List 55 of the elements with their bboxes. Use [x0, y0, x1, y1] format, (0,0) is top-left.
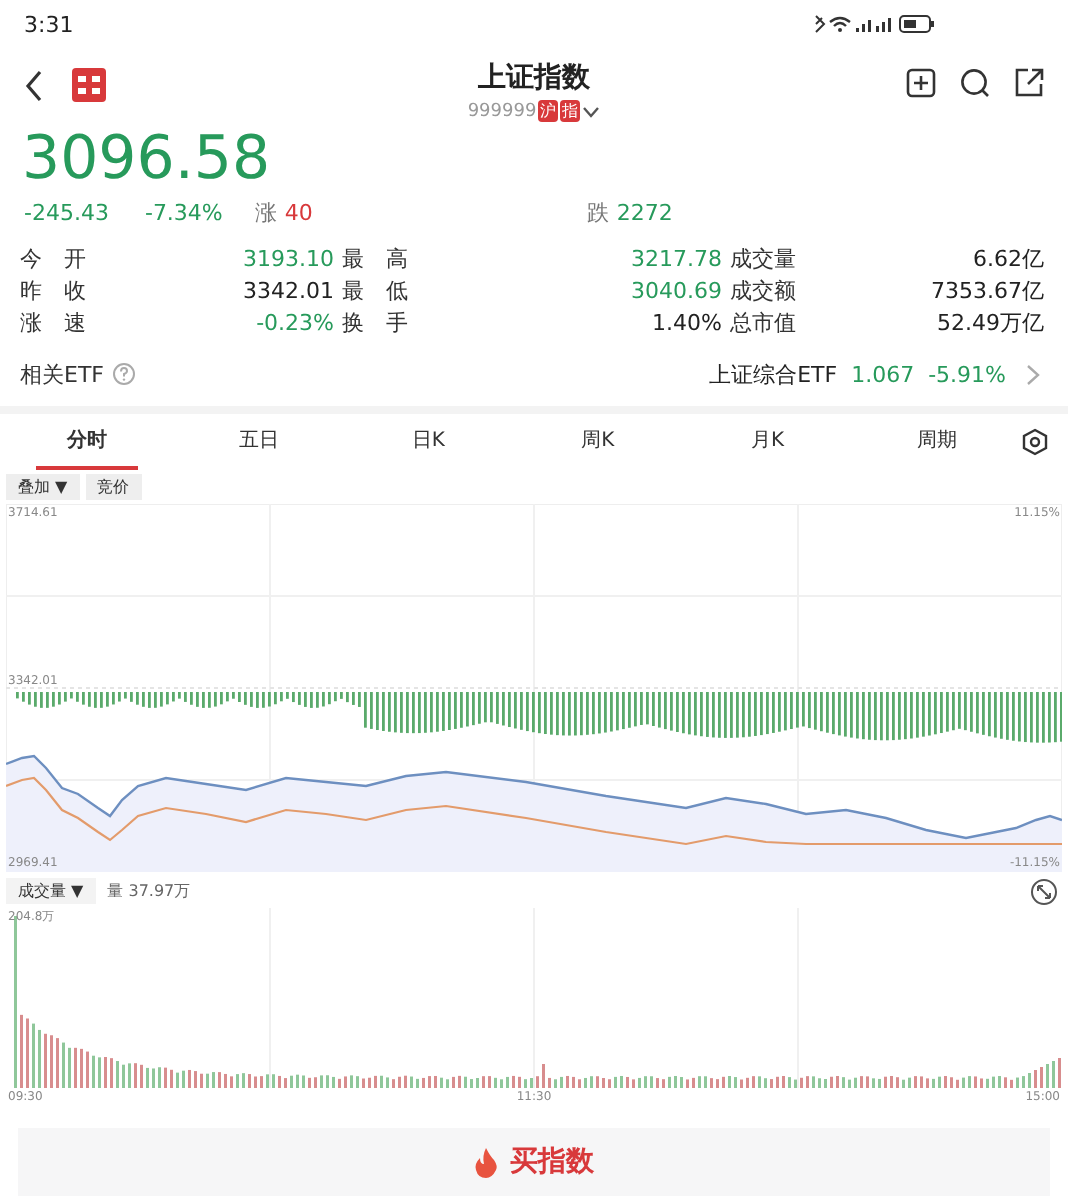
market-badge: 沪	[538, 100, 559, 122]
app-logo-icon	[72, 68, 106, 102]
search-icon[interactable]	[959, 68, 990, 98]
stat-label: 成交量	[730, 244, 798, 274]
stat-label: 换 手	[342, 308, 410, 338]
chart-tab[interactable]: 周期	[852, 414, 1023, 470]
stat-value: 3040.69	[629, 276, 724, 306]
back-icon[interactable]	[24, 69, 44, 101]
stat-value: 52.49万亿	[935, 308, 1046, 338]
decliners-count: 2272	[616, 199, 673, 225]
settings-icon[interactable]	[1022, 428, 1049, 456]
etf-name[interactable]: 上证综合ETF	[709, 359, 838, 389]
flame-icon	[474, 1147, 498, 1177]
chart-tab[interactable]: 五日	[173, 414, 344, 470]
percent-change: -7.34%	[144, 199, 223, 225]
stat-label: 最 高	[342, 244, 410, 274]
stat-value: 7353.67亿	[929, 276, 1046, 306]
buy-index-button[interactable]: 买指数	[18, 1128, 1050, 1196]
stat-label: 总市值	[730, 308, 798, 338]
expand-icon[interactable]	[1030, 877, 1058, 905]
etf-change: -5.91%	[928, 361, 1006, 387]
stat-label: 最 低	[342, 276, 410, 306]
stat-label: 昨 收	[20, 276, 88, 306]
advancers-label: 涨	[254, 197, 277, 227]
stat-label: 今 开	[20, 244, 88, 274]
share-icon[interactable]	[1013, 68, 1044, 98]
chart-tab[interactable]: 分时	[36, 414, 138, 470]
overlay-button[interactable]: 叠加 ▼	[6, 474, 80, 500]
etf-price: 1.067	[851, 361, 915, 387]
advancers-count: 40	[284, 199, 313, 225]
etf-label: 相关ETF	[20, 359, 104, 389]
chart-tab[interactable]: 月K	[682, 414, 853, 470]
price-change: -245.43	[24, 199, 109, 225]
page-title: 上证指数	[477, 60, 590, 96]
stock-code: 999999	[467, 101, 537, 121]
chart-tab[interactable]: 日K	[343, 414, 514, 470]
stat-value: 3342.01	[241, 276, 336, 306]
current-price: 3096.58	[20, 128, 273, 192]
auction-button[interactable]: 竞价	[85, 474, 142, 500]
volume-reading: 量 37.97万	[107, 880, 191, 902]
status-icons-drawing	[812, 14, 936, 34]
stat-label: 涨 速	[20, 308, 88, 338]
volume-dropdown[interactable]: 成交量 ▼	[6, 878, 96, 904]
decliners-label: 跌	[586, 197, 609, 227]
stat-value: 3217.78	[629, 244, 724, 274]
chevron-down-icon[interactable]	[582, 105, 601, 117]
stat-value: 6.62亿	[971, 244, 1046, 274]
chart-tab[interactable]: 周K	[513, 414, 683, 470]
stat-value: -0.23%	[254, 308, 336, 338]
stat-value: 1.40%	[650, 308, 724, 338]
status-time: 3:31	[24, 11, 74, 37]
add-icon[interactable]	[905, 68, 936, 98]
stat-label: 成交额	[730, 276, 798, 306]
market-badge: 指	[560, 100, 581, 122]
stat-value: 3193.10	[241, 244, 336, 274]
